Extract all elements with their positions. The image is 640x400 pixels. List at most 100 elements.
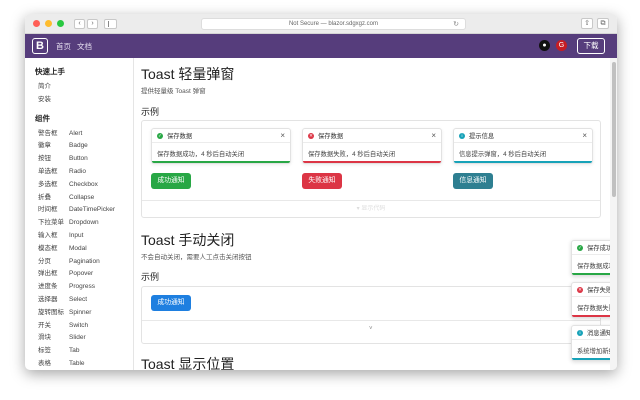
section-description: 提供轻量级 Toast 弹窗 bbox=[141, 88, 206, 95]
section-title-position: Toast 显示位置 bbox=[141, 356, 235, 370]
browser-window: ‹ › Not Secure — blazor.sdgxgz.com ↻ ⇧ ⧉… bbox=[25, 14, 617, 370]
minimize-window-button[interactable] bbox=[45, 20, 52, 27]
close-window-button[interactable] bbox=[33, 20, 40, 27]
toast-card: ✓ 保存数据 × 保存数据成功，4 秒后自动关闭 bbox=[151, 128, 291, 164]
address-text: Not Secure — blazor.sdgxgz.com bbox=[288, 21, 379, 27]
sidebar-item[interactable]: 时间框 DateTimePicker bbox=[25, 204, 133, 217]
toast-progress-bar bbox=[454, 161, 592, 163]
success-notify-button-manual[interactable]: 成功通知 bbox=[151, 295, 191, 311]
address-bar[interactable]: Not Secure — blazor.sdgxgz.com ↻ bbox=[201, 18, 466, 30]
sidebar-item-en-label: Collapse bbox=[69, 193, 95, 201]
example-heading: 示例 bbox=[141, 107, 160, 117]
sidebar-item-en-label: Button bbox=[69, 155, 88, 163]
scrollbar-thumb[interactable] bbox=[612, 62, 616, 197]
toast-header: ✕ 保存数据 × bbox=[303, 129, 441, 143]
show-code-toggle[interactable]: ▾ 显示代码 bbox=[142, 200, 600, 217]
sidebar-item[interactable]: 输入框 Input bbox=[25, 230, 133, 243]
sidebar-item-label: 警告框 bbox=[38, 129, 58, 137]
toast-header: ✓ 保存数据 × bbox=[152, 129, 290, 143]
github-icon[interactable]: ● bbox=[539, 40, 550, 51]
sidebar-item-label: 单选框 bbox=[38, 167, 58, 175]
page-scrollbar[interactable] bbox=[610, 58, 617, 370]
sidebar-item[interactable]: 模态框 Modal bbox=[25, 243, 133, 256]
sidebar-item[interactable]: 表格 Table bbox=[25, 358, 133, 370]
sidebar-item[interactable]: 下拉菜单 Dropdown bbox=[25, 217, 133, 230]
download-button[interactable]: 下载 bbox=[577, 38, 605, 54]
collapse-caret-icon[interactable]: ˅ bbox=[369, 326, 373, 332]
toast-header: ✕保存失败× bbox=[572, 283, 610, 297]
sidebar-item[interactable]: 分页 Pagination bbox=[25, 256, 133, 269]
sidebar-item[interactable]: 徽章 Badge bbox=[25, 140, 133, 153]
maximize-window-button[interactable] bbox=[57, 20, 64, 27]
floating-toast: ✓保存成功×保存数据成功，4 秒后自动关闭 bbox=[571, 240, 610, 276]
sidebar-item-en-label: Pagination bbox=[69, 257, 100, 265]
toast-title: 保存数据 bbox=[318, 133, 344, 140]
nav-docs-link[interactable]: 文档 bbox=[77, 41, 92, 52]
sidebar-item[interactable]: 进度条 Progress bbox=[25, 281, 133, 294]
sidebar-item-en-label: Tab bbox=[69, 347, 80, 355]
example-heading-manual-close: 示例 bbox=[141, 272, 160, 282]
sidebar-item-label: 进度条 bbox=[38, 283, 58, 291]
toast-title: 保存数据 bbox=[167, 133, 193, 140]
sidebar-item-label: 多选框 bbox=[38, 180, 58, 188]
close-icon[interactable]: × bbox=[431, 131, 436, 140]
toast-title: 保存失败 bbox=[587, 287, 610, 294]
sidebar-item-en-label: Table bbox=[69, 359, 85, 367]
sidebar-item-en-label: Select bbox=[69, 295, 88, 303]
toast-title: 提示信息 bbox=[469, 133, 495, 140]
demo-box-manual-close: 成功通知 ˅ bbox=[141, 286, 601, 344]
sidebar-item-en-label: Popover bbox=[69, 270, 94, 278]
sidebar-item-label: 分页 bbox=[38, 257, 51, 265]
close-icon[interactable]: × bbox=[280, 131, 285, 140]
reload-icon[interactable]: ↻ bbox=[453, 19, 459, 30]
sidebar-toggle-icon[interactable] bbox=[104, 18, 117, 29]
sidebar-item[interactable]: 简介 bbox=[25, 81, 133, 94]
sidebar-item-label: 旋转图标 bbox=[38, 308, 64, 316]
sidebar-item-en-label: Radio bbox=[69, 167, 86, 175]
gitee-icon[interactable]: G bbox=[556, 40, 567, 51]
toast-progress-bar bbox=[572, 315, 610, 317]
sidebar-item-label: 下拉菜单 bbox=[38, 219, 64, 227]
sidebar-item[interactable]: 安装 bbox=[25, 94, 133, 107]
sidebar-item[interactable]: 警告框 Alert bbox=[25, 128, 133, 141]
floating-toast: ✕保存失败× 保存数据失败，4 秒后自动关闭 bbox=[571, 282, 610, 318]
toast-title: 保存成功 bbox=[587, 245, 610, 252]
tabs-overview-icon[interactable]: ⧉ bbox=[597, 18, 609, 29]
toast-body: 保存数据成功，4 秒后自动关闭 bbox=[577, 263, 610, 270]
sidebar-item-label: 滑块 bbox=[38, 334, 51, 342]
toast-progress-bar bbox=[303, 161, 441, 163]
sidebar-item[interactable]: 折叠 Collapse bbox=[25, 192, 133, 205]
close-icon[interactable]: × bbox=[582, 131, 587, 140]
share-icon[interactable]: ⇧ bbox=[581, 18, 593, 29]
sidebar-item[interactable]: 单选框 Radio bbox=[25, 166, 133, 179]
sidebar-item[interactable]: 弹出框 Popover bbox=[25, 268, 133, 281]
sidebar-item[interactable]: 标签 Tab bbox=[25, 345, 133, 358]
success-notify-button[interactable]: 成功通知 bbox=[151, 173, 191, 189]
demo-box: ▾ 显示代码 ✓ 保存数据 × 保存数据成功，4 秒后自动关闭 ✕ 保存数据 × 保存数据失败… bbox=[141, 120, 601, 218]
toast-card: i 提示信息 × 信息提示弹窗，4 秒后自动关闭 bbox=[453, 128, 593, 164]
sidebar-item-en-label: Progress bbox=[69, 283, 96, 291]
toast-body: 保存数据失败，4 秒后自动关闭 bbox=[577, 305, 610, 312]
forward-button[interactable]: › bbox=[87, 18, 98, 29]
toast-progress-bar bbox=[572, 358, 610, 360]
sidebar-item[interactable]: 多选框 Checkbox bbox=[25, 179, 133, 192]
logo[interactable]: B bbox=[32, 38, 48, 54]
show-code-label: 显示代码 bbox=[361, 206, 386, 212]
sidebar-section-title: 快速上手 bbox=[35, 67, 65, 76]
sidebar-item[interactable]: 开关 Switch bbox=[25, 320, 133, 333]
sidebar-item[interactable]: 选择器 Select bbox=[25, 294, 133, 307]
nav-home-link[interactable]: 首页 bbox=[56, 41, 71, 52]
toast-header: i消息通知× bbox=[572, 326, 610, 340]
info-notify-button[interactable]: 信息通知 bbox=[453, 173, 493, 189]
sidebar-item-en-label: Switch bbox=[69, 321, 89, 329]
sidebar-item-en-label: Slider bbox=[69, 334, 86, 342]
toast-header: i 提示信息 × bbox=[454, 129, 592, 143]
sidebar-item[interactable]: 旋转图标 Spinner bbox=[25, 307, 133, 320]
back-button[interactable]: ‹ bbox=[74, 18, 85, 29]
sidebar-item[interactable]: 按钮 Button bbox=[25, 153, 133, 166]
toast-title: 消息通知 bbox=[587, 330, 610, 337]
sidebar-item[interactable]: 滑块 Slider bbox=[25, 332, 133, 345]
sidebar-item-label: 徽章 bbox=[38, 142, 51, 150]
sidebar-item-label: 折叠 bbox=[38, 193, 51, 201]
error-notify-button[interactable]: 失败通知 bbox=[302, 173, 342, 189]
